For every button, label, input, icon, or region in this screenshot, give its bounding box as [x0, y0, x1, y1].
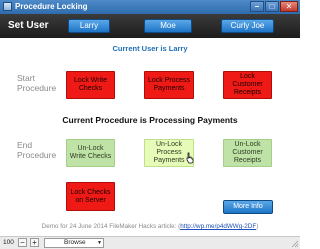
lock-customer-receipts-button[interactable]: Lock Customer Receipts: [223, 71, 272, 99]
status-bar: 100 − + Browse ▼: [0, 236, 300, 249]
set-user-bar: Set User Larry Moe Curly Joe: [0, 14, 300, 38]
title-bar[interactable]: Procedure Locking – □ ✕: [0, 0, 300, 14]
user-button-moe[interactable]: Moe: [144, 19, 192, 33]
current-user-text: Current User is Larry: [112, 44, 188, 53]
demo-text-prefix: Demo for 24 June 2014 FileMaker Hacks ar…: [41, 223, 181, 230]
lock-write-checks-button[interactable]: Lock Write Checks: [66, 71, 115, 99]
unlock-customer-receipts-button[interactable]: Un-Lock Customer Receipts: [223, 139, 272, 167]
more-info-button[interactable]: More Info: [223, 200, 273, 214]
zoom-in-button[interactable]: +: [30, 238, 39, 247]
demo-text-suffix: ): [256, 223, 259, 230]
minimize-button[interactable]: –: [250, 1, 264, 12]
demo-footer-text: Demo for 24 June 2014 FileMaker Hacks ar…: [0, 223, 300, 230]
zoom-out-button[interactable]: −: [18, 238, 27, 247]
user-button-curly-joe[interactable]: Curly Joe: [221, 19, 274, 33]
lock-process-payments-button[interactable]: Lock Process Payments: [144, 71, 194, 99]
hand-pointer-icon: [186, 152, 194, 164]
start-label-line2: Procedure: [17, 83, 57, 93]
start-procedure-label: Start Procedure: [17, 73, 56, 93]
current-procedure-text: Current Procedure is Processing Payments: [62, 115, 238, 125]
start-label-line1: Start: [17, 73, 35, 83]
close-button[interactable]: ✕: [280, 1, 298, 12]
window-title: Procedure Locking: [15, 2, 88, 11]
user-button-larry[interactable]: Larry: [68, 19, 110, 33]
article-link[interactable]: http://wp.me/p4dWWg-2DF: [180, 223, 256, 230]
lock-checks-on-server-button[interactable]: Lock Checks on Server: [66, 182, 115, 211]
maximize-button[interactable]: □: [265, 1, 279, 12]
chevron-down-icon: ▼: [97, 240, 102, 246]
resize-grip-icon[interactable]: [291, 240, 299, 248]
zoom-level[interactable]: 100: [3, 239, 14, 246]
mode-value: Browse: [64, 239, 86, 246]
mode-select[interactable]: Browse ▼: [44, 238, 104, 248]
set-user-label: Set User: [8, 20, 49, 31]
end-label-line1: End: [17, 140, 33, 150]
app-window: Procedure Locking – □ ✕ Set User Larry M…: [0, 0, 300, 249]
window-controls: – □ ✕: [250, 1, 298, 13]
end-label-line2: Procedure: [17, 150, 57, 160]
end-procedure-label: End Procedure: [17, 140, 56, 160]
unlock-write-checks-button[interactable]: Un-Lock Write Checks: [66, 139, 115, 167]
app-window-icon: [3, 2, 12, 11]
